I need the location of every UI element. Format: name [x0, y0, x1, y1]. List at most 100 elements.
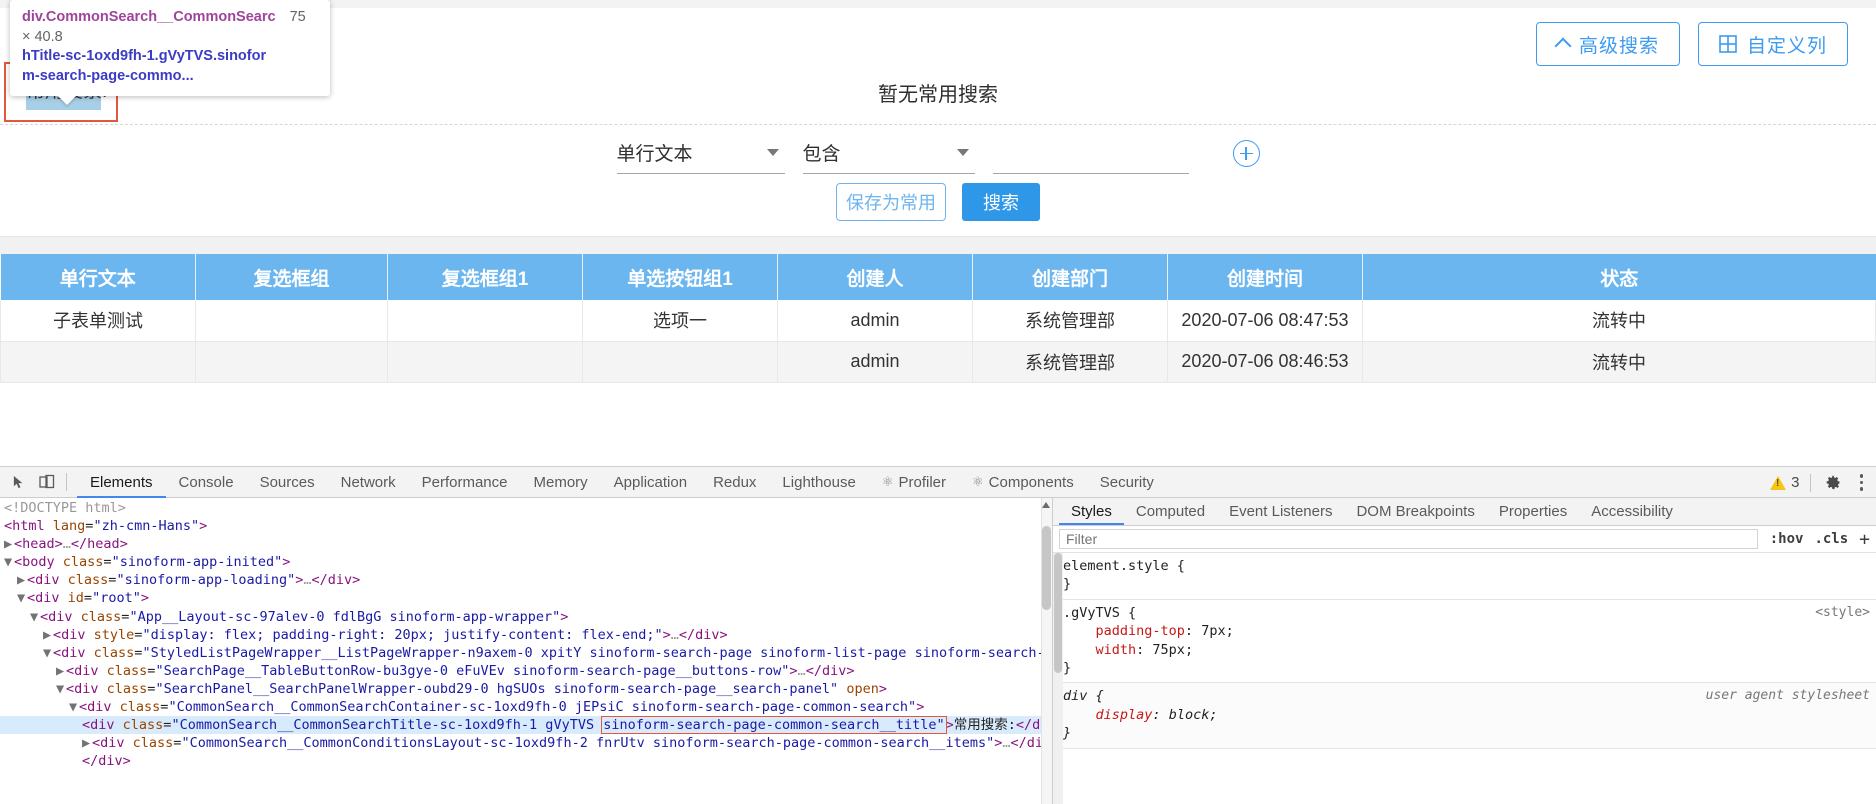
css-rule[interactable]: element.style { }	[1053, 553, 1876, 600]
dom-scrollbar[interactable]	[1041, 498, 1052, 804]
css-rule[interactable]: .gVyTVS { padding-top: 7px; width: 75px;…	[1053, 600, 1876, 684]
styles-tab-styles[interactable]: Styles	[1059, 498, 1124, 525]
devtools-tab-redux[interactable]: Redux	[700, 467, 769, 498]
styles-filter-input[interactable]	[1059, 529, 1758, 549]
styles-tab-computed[interactable]: Computed	[1124, 498, 1217, 525]
dom-tree-pane[interactable]: <!DOCTYPE html> <html lang="zh-cmn-Hans">…	[0, 498, 1052, 804]
device-toolbar-icon[interactable]	[34, 469, 60, 495]
advanced-search-button[interactable]: 高级搜索	[1535, 22, 1680, 66]
search-actions-row: 保存为常用 搜索	[0, 183, 1876, 221]
dom-node[interactable]: ▼ <div class="App__Layout-sc-97alev-0 fdl…	[0, 608, 1052, 626]
styles-scrollbar-thumb[interactable]	[1054, 553, 1062, 673]
table-row[interactable]: admin 系统管理部 2020-07-06 08:46:53 流转中	[0, 341, 1876, 383]
chevron-down-icon	[956, 149, 969, 156]
table-cell	[387, 341, 583, 383]
dom-node[interactable]: ▶ <div class="CommonSearch__CommonConditi…	[0, 734, 1052, 752]
styles-tab-dom-breakpoints[interactable]: DOM Breakpoints	[1344, 498, 1486, 525]
react-logo-icon: ⚛	[972, 474, 984, 489]
dom-node[interactable]: ▶ <div class="SearchPage__TableButtonRow-…	[0, 662, 1052, 680]
scroll-up-arrow-icon[interactable]	[1042, 502, 1050, 508]
dom-node-selected[interactable]: <div class="CommonSearch__CommonSearchTi…	[0, 716, 1052, 735]
inspect-cursor-icon[interactable]	[6, 469, 32, 495]
devtools-tab-label: Security	[1099, 473, 1154, 491]
results-table: 单行文本 复选框组 复选框组1 单选按钮组1 创建人 创建部门 创建时间 状态 子表单测试 选项…	[0, 254, 1876, 383]
devtools-tab-application[interactable]: Application	[601, 467, 700, 498]
table-column-header[interactable]: 单行文本	[0, 254, 196, 300]
css-selector[interactable]: div	[1063, 688, 1087, 704]
css-property[interactable]: padding-top	[1096, 623, 1185, 639]
table-column-header[interactable]: 创建部门	[972, 254, 1168, 300]
kebab-menu-icon[interactable]	[1853, 474, 1871, 491]
css-value[interactable]: 75px	[1152, 642, 1185, 658]
table-cell: 子表单测试	[0, 300, 196, 342]
warning-badge[interactable]: 3	[1770, 474, 1800, 491]
dom-node[interactable]: ▼ <body class="sinoform-app-inited">	[0, 553, 1052, 571]
table-column-header[interactable]: 单选按钮组1	[582, 254, 778, 300]
css-rule[interactable]: div { display: block; } user agent styles…	[1053, 683, 1876, 749]
table-column-header[interactable]: 复选框组	[195, 254, 388, 300]
dom-node[interactable]: ▼ <div class="CommonSearch__CommonSearchC…	[0, 698, 1052, 716]
field-type-select[interactable]: 单行文本	[616, 132, 785, 174]
toolbar-separator	[66, 473, 67, 491]
css-property[interactable]: width	[1096, 642, 1137, 658]
dom-node[interactable]: ▶ <div class="sinoform-app-loading">…</di…	[0, 571, 1052, 589]
new-style-rule-button[interactable]: +	[1859, 529, 1870, 550]
operator-select[interactable]: 包含	[802, 132, 975, 174]
table-column-header[interactable]: 状态	[1362, 254, 1876, 300]
devtools-tab-security[interactable]: Security	[1087, 467, 1167, 498]
gear-icon[interactable]	[1821, 470, 1847, 496]
css-value[interactable]: 7px	[1201, 623, 1225, 639]
dom-node[interactable]: ▶ <div style="display: flex; padding-righ…	[0, 626, 1052, 644]
dom-node[interactable]: ▼ <div class="SearchPanel__SearchPanelWra…	[0, 680, 1052, 698]
dom-node[interactable]: <!DOCTYPE html>	[0, 499, 1052, 517]
devtools-tab-profiler[interactable]: ⚛ Profiler	[869, 467, 959, 498]
table-cell	[387, 300, 583, 342]
styles-scrollbar[interactable]	[1053, 553, 1063, 804]
hov-toggle[interactable]: :hov	[1770, 531, 1804, 547]
css-selector[interactable]: element.style	[1063, 558, 1169, 574]
dom-node[interactable]: </div>	[0, 752, 1052, 770]
dom-node[interactable]: ▼ <div class="StyledListPageWrapper__List…	[0, 644, 1052, 662]
table-cell	[195, 341, 388, 383]
dom-node[interactable]: ▼ <div id="root">	[0, 589, 1052, 607]
add-condition-button[interactable]	[1232, 140, 1260, 167]
styles-tab-event-listeners[interactable]: Event Listeners	[1217, 498, 1344, 525]
dom-scrollbar-thumb[interactable]	[1042, 526, 1051, 610]
tooltip-selector-line-1: div.CommonSearch__CommonSearc	[22, 9, 276, 25]
devtools-tab-console[interactable]: Console	[166, 467, 247, 498]
table-row[interactable]: 子表单测试 选项一 admin 系统管理部 2020-07-06 08:47:53 流转中	[0, 300, 1876, 342]
table-cell	[582, 341, 778, 383]
save-as-common-button[interactable]: 保存为常用	[836, 183, 946, 221]
dom-node[interactable]: <html lang="zh-cmn-Hans">	[0, 517, 1052, 535]
devtools-tab-lighthouse[interactable]: Lighthouse	[769, 467, 868, 498]
table-column-header[interactable]: 创建时间	[1167, 254, 1363, 300]
dom-node[interactable]: ▶ <head>…</head>	[0, 535, 1052, 553]
css-value[interactable]: block	[1169, 707, 1210, 723]
css-rule-source[interactable]: user agent stylesheet	[1706, 687, 1870, 705]
devtools-tab-sources[interactable]: Sources	[247, 467, 328, 498]
devtools-tab-memory[interactable]: Memory	[521, 467, 601, 498]
cls-toggle[interactable]: .cls	[1814, 531, 1848, 547]
css-property[interactable]: display	[1096, 707, 1153, 723]
styles-tab-accessibility[interactable]: Accessibility	[1579, 498, 1685, 525]
devtools-toolbar-icons	[0, 469, 77, 495]
custom-columns-button[interactable]: 自定义列	[1697, 22, 1848, 66]
table-cell: 2020-07-06 08:46:53	[1167, 341, 1363, 383]
devtools-tab-performance[interactable]: Performance	[409, 467, 521, 498]
devtools-tab-elements[interactable]: Elements	[77, 467, 166, 498]
table-column-header[interactable]: 复选框组1	[387, 254, 583, 300]
search-button[interactable]: 搜索	[962, 183, 1040, 221]
devtools-tab-components[interactable]: ⚛ Components	[959, 467, 1087, 498]
operator-value: 包含	[802, 144, 841, 165]
table-cell: 2020-07-06 08:47:53	[1167, 300, 1363, 342]
css-rule-source[interactable]: <style>	[1815, 604, 1870, 622]
tooltip-selector-line-2: hTitle-sc-1oxd9fh-1.gVyTVS.sinofor	[22, 48, 267, 64]
grid-icon	[1719, 35, 1737, 53]
element-inspector-tooltip: div.CommonSearch__CommonSearc 75 × 40.8 …	[10, 0, 330, 105]
devtools-tab-network[interactable]: Network	[328, 467, 409, 498]
styles-tab-bar: Styles Computed Event Listeners DOM Breakpo…	[1053, 498, 1876, 526]
table-column-header[interactable]: 创建人	[777, 254, 973, 300]
condition-value-input[interactable]	[992, 132, 1189, 174]
css-selector[interactable]: .gVyTVS	[1063, 605, 1120, 621]
styles-tab-properties[interactable]: Properties	[1487, 498, 1579, 525]
